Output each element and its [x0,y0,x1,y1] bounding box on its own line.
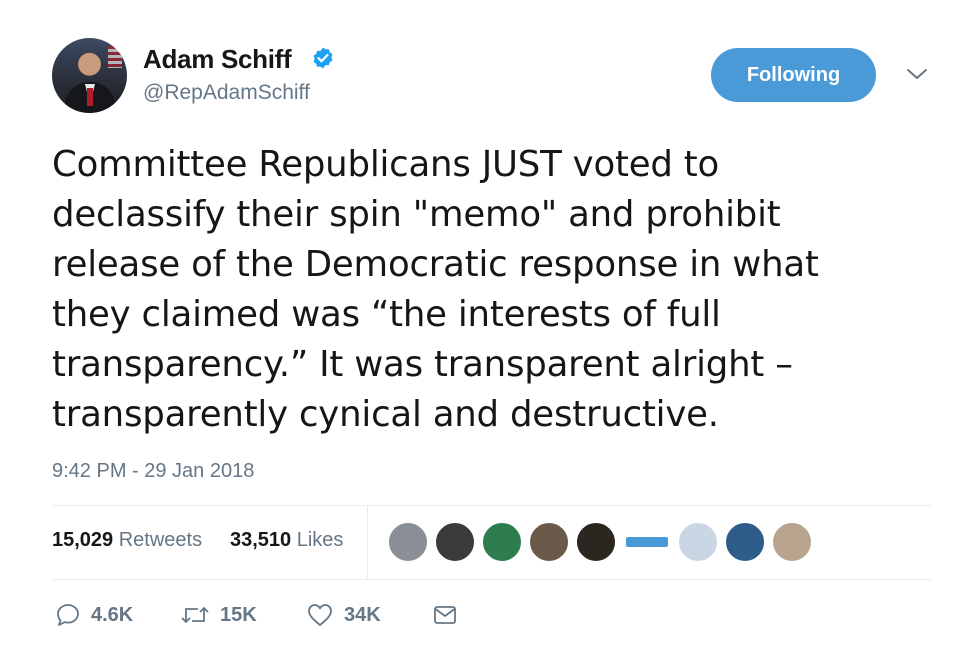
retweets-count: 15,029 [52,529,114,551]
likes-label: Likes [296,529,344,551]
reply-button[interactable]: 4.6K [55,602,133,628]
tweet-line: Committee Republicans JUST voted to [52,144,719,185]
reply-count: 4.6K [91,603,134,626]
tweet-line: declassify their spin "memo" and prohibi… [52,194,781,235]
retweets-label: Retweets [118,529,203,551]
following-button[interactable]: Following [711,48,876,102]
avatar-tie [87,88,93,106]
tweet-line: transparency.” It was transparent alrigh… [52,344,793,385]
liker-avatar[interactable] [482,522,522,562]
direct-message-button[interactable] [432,602,468,628]
liker-avatar[interactable] [772,522,812,562]
tweet-line: release of the Democratic response in wh… [52,244,819,285]
like-button[interactable]: 34K [306,602,381,628]
chevron-down-icon[interactable] [905,64,929,84]
tweet-line: they claimed was “the interests of full [52,294,721,335]
heart-icon [308,604,332,626]
author-avatar[interactable] [52,38,127,113]
retweets-stat[interactable]: 15,029 Retweets [52,529,202,552]
divider [52,505,932,506]
author-name[interactable]: Adam Schiff [143,44,292,75]
likes-stat[interactable]: 33,510 Likes [230,529,343,552]
tweet-text: Committee Republicans JUST voted to decl… [52,140,932,440]
likes-count: 33,510 [230,529,292,551]
author-handle[interactable]: @RepAdamSchiff [143,81,310,105]
tweet-line: transparently cynical and destructive. [52,394,719,435]
verified-badge-icon [313,47,333,69]
liker-avatar[interactable] [576,522,616,562]
liker-avatars [388,522,819,562]
liker-avatar[interactable] [625,536,669,548]
like-count: 34K [344,603,381,626]
liker-avatar[interactable] [435,522,475,562]
envelope-icon [434,606,456,624]
liker-avatar[interactable] [388,522,428,562]
divider [52,579,932,580]
tweet-timestamp[interactable]: 9:42 PM - 29 Jan 2018 [52,460,254,483]
retweet-button[interactable]: 15K [180,602,257,628]
retweet-icon [181,607,209,623]
flag-backdrop [108,46,122,68]
stats-divider [367,505,368,579]
liker-avatar[interactable] [678,522,718,562]
liker-avatar[interactable] [529,522,569,562]
reply-icon [57,604,79,626]
liker-avatar[interactable] [725,522,765,562]
retweet-count: 15K [220,603,257,626]
